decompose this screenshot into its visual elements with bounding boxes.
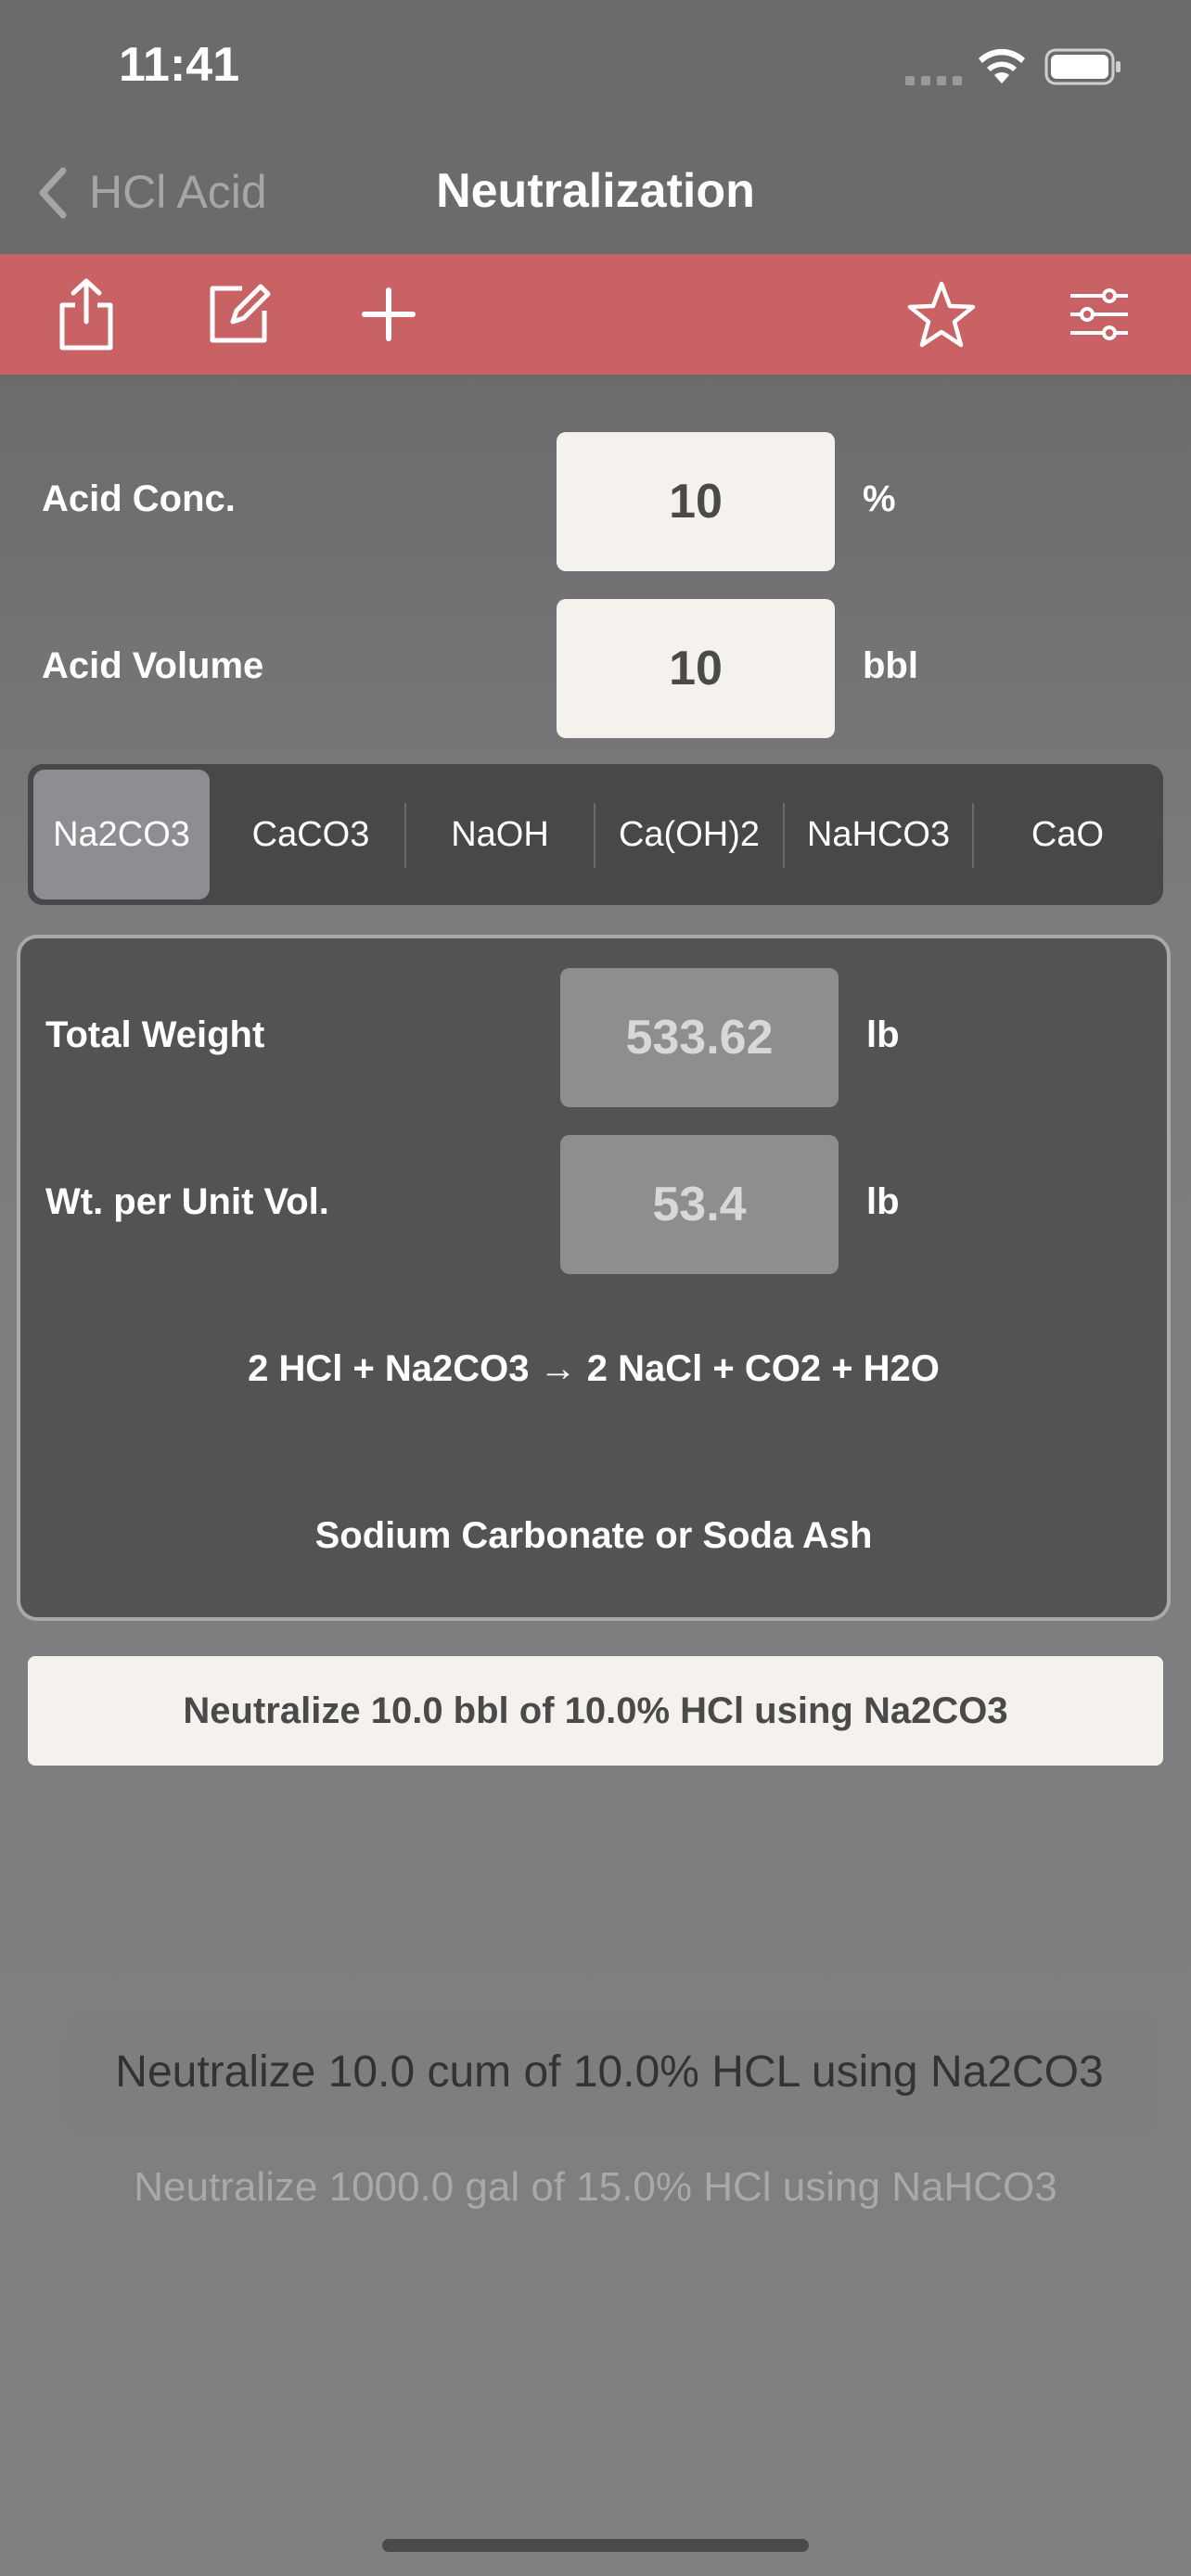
- wt-per-unit-vol-label: Wt. per Unit Vol.: [45, 1181, 329, 1222]
- wt-per-unit-vol-value: 53.4: [560, 1135, 839, 1274]
- home-indicator[interactable]: [382, 2539, 809, 2552]
- edit-button[interactable]: [197, 273, 280, 356]
- acid-volume-label: Acid Volume: [42, 645, 264, 686]
- suggestion-secondary[interactable]: Neutralize 1000.0 gal of 15.0% HCl using…: [0, 2164, 1191, 2211]
- suggestion-primary[interactable]: Neutralize 10.0 cum of 10.0% HCL using N…: [65, 2007, 1154, 2136]
- wifi-icon: [979, 48, 1025, 83]
- status-bar: 11:41: [0, 0, 1191, 130]
- toolbar: [0, 254, 1191, 375]
- base-segmented-control: Na2CO3 CaCO3 NaOH Ca(OH)2 NaHCO3 CaO: [28, 764, 1163, 905]
- summary-banner: Neutralize 10.0 bbl of 10.0% HCl using N…: [28, 1656, 1163, 1766]
- acid-conc-label: Acid Conc.: [42, 478, 236, 519]
- edit-icon: [210, 284, 271, 343]
- battery-icon: [1044, 48, 1121, 85]
- cellular-signal-icon: [905, 76, 962, 85]
- status-time: 11:41: [119, 38, 240, 92]
- segment-divider: [594, 803, 596, 868]
- acid-volume-input[interactable]: [557, 599, 835, 738]
- acid-conc-unit: %: [863, 478, 896, 519]
- add-button[interactable]: [347, 273, 430, 356]
- favorite-button[interactable]: [900, 273, 983, 356]
- segment-divider: [783, 803, 785, 868]
- wt-per-unit-vol-unit: lb: [866, 1181, 900, 1222]
- screen: 11:41 HCl Acid Neutralization Acid Conc.…: [0, 0, 1191, 2576]
- compound-name: Sodium Carbonate or Soda Ash: [314, 1515, 873, 1556]
- total-weight-value: 533.62: [560, 968, 839, 1107]
- segment-caoh2[interactable]: Ca(OH)2: [601, 770, 777, 899]
- navigation-bar: HCl Acid Neutralization: [0, 130, 1191, 254]
- acid-volume-unit: bbl: [863, 645, 918, 686]
- sliders-icon: [1070, 288, 1128, 340]
- total-weight-label: Total Weight: [45, 1014, 265, 1055]
- star-icon: [907, 281, 976, 348]
- segment-divider: [404, 803, 406, 868]
- segment-nahco3[interactable]: NaHCO3: [790, 770, 967, 899]
- total-weight-unit: lb: [866, 1014, 900, 1055]
- segment-naoh[interactable]: NaOH: [412, 770, 588, 899]
- plus-icon: [362, 287, 416, 341]
- results-panel: Total Weight 533.62 lb Wt. per Unit Vol.…: [17, 935, 1171, 1621]
- acid-conc-input[interactable]: [557, 432, 835, 571]
- settings-button[interactable]: [1057, 273, 1141, 356]
- segment-na2co3[interactable]: Na2CO3: [33, 770, 210, 899]
- page-title: Neutralization: [436, 164, 755, 218]
- segment-divider: [972, 803, 974, 868]
- segment-caco3[interactable]: CaCO3: [223, 770, 399, 899]
- segment-cao[interactable]: CaO: [980, 770, 1156, 899]
- share-button[interactable]: [45, 273, 128, 356]
- share-icon: [59, 278, 113, 351]
- reaction-equation: 2 HCl + Na2CO3 → 2 NaCl + CO2 + H2O: [248, 1348, 940, 1389]
